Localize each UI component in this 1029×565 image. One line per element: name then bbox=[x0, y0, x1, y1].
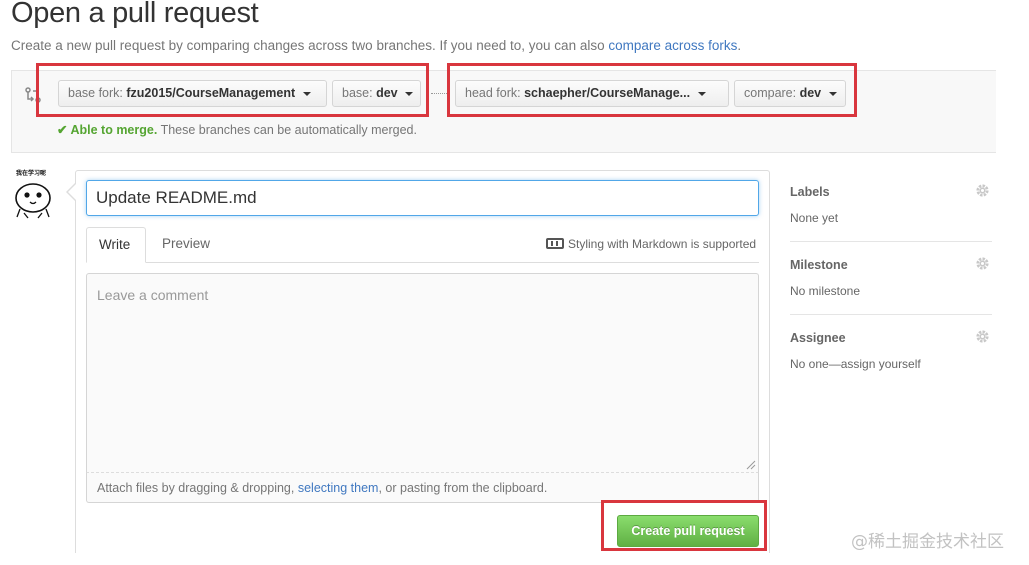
milestone-heading[interactable]: Milestone bbox=[790, 258, 992, 272]
assignee-value[interactable]: No one—assign yourself bbox=[790, 357, 992, 371]
milestone-value: No milestone bbox=[790, 284, 861, 298]
assignee-heading[interactable]: Assignee bbox=[790, 331, 992, 345]
sidebar-divider bbox=[790, 241, 992, 242]
selecting-them-link[interactable]: selecting them bbox=[298, 481, 379, 495]
form-pointer-inner bbox=[68, 184, 76, 200]
avatar-caption: 我在学习呢 bbox=[16, 170, 47, 177]
sidebar-divider bbox=[790, 314, 992, 315]
create-pull-request-button[interactable]: Create pull request bbox=[617, 515, 759, 547]
avatar[interactable]: 我在学习呢 bbox=[14, 168, 56, 220]
sidebar-assignee: Assignee No one—assign yourself bbox=[790, 331, 992, 371]
subtitle-end: . bbox=[737, 38, 742, 53]
attach-files-bar[interactable]: Attach files by dragging & dropping, sel… bbox=[86, 472, 759, 503]
gear-icon[interactable] bbox=[975, 183, 990, 198]
annotation-box-head bbox=[447, 63, 857, 117]
compare-across-forks-link[interactable]: compare across forks bbox=[608, 38, 737, 53]
range-connector bbox=[431, 93, 447, 94]
tab-write[interactable]: Write bbox=[86, 227, 146, 263]
labels-heading[interactable]: Labels bbox=[790, 185, 992, 199]
sidebar-milestone: Milestone No milestone bbox=[790, 258, 992, 298]
page-subtitle: Create a new pull request by comparing c… bbox=[11, 38, 741, 53]
merge-status: ✔ Able to merge. These branches can be au… bbox=[57, 122, 417, 137]
markdown-note[interactable]: Styling with Markdown is supported bbox=[546, 237, 756, 251]
sidebar-labels: Labels None yet bbox=[790, 185, 992, 225]
check-icon: ✔ bbox=[57, 123, 68, 137]
markdown-icon bbox=[546, 238, 564, 249]
labels-value: None yet bbox=[790, 211, 839, 225]
attach-text-before: Attach files by dragging & dropping, bbox=[97, 481, 295, 495]
watermark: @稀土掘金技术社区 bbox=[851, 532, 1004, 552]
pr-title-input[interactable] bbox=[86, 180, 759, 216]
comment-textarea[interactable] bbox=[86, 273, 759, 472]
resize-grip-icon[interactable] bbox=[746, 460, 756, 470]
annotation-box-base bbox=[36, 63, 429, 117]
gear-icon[interactable] bbox=[975, 329, 990, 344]
merge-status-detail: These branches can be automatically merg… bbox=[160, 123, 417, 137]
subtitle-text: Create a new pull request by comparing c… bbox=[11, 38, 605, 53]
gear-icon[interactable] bbox=[975, 256, 990, 271]
attach-text-after: , or pasting from the clipboard. bbox=[378, 481, 548, 495]
merge-status-label: Able to merge. bbox=[70, 123, 158, 137]
tab-preview[interactable]: Preview bbox=[150, 227, 222, 263]
markdown-note-text: Styling with Markdown is supported bbox=[568, 237, 757, 251]
page-title: Open a pull request bbox=[11, 0, 259, 29]
